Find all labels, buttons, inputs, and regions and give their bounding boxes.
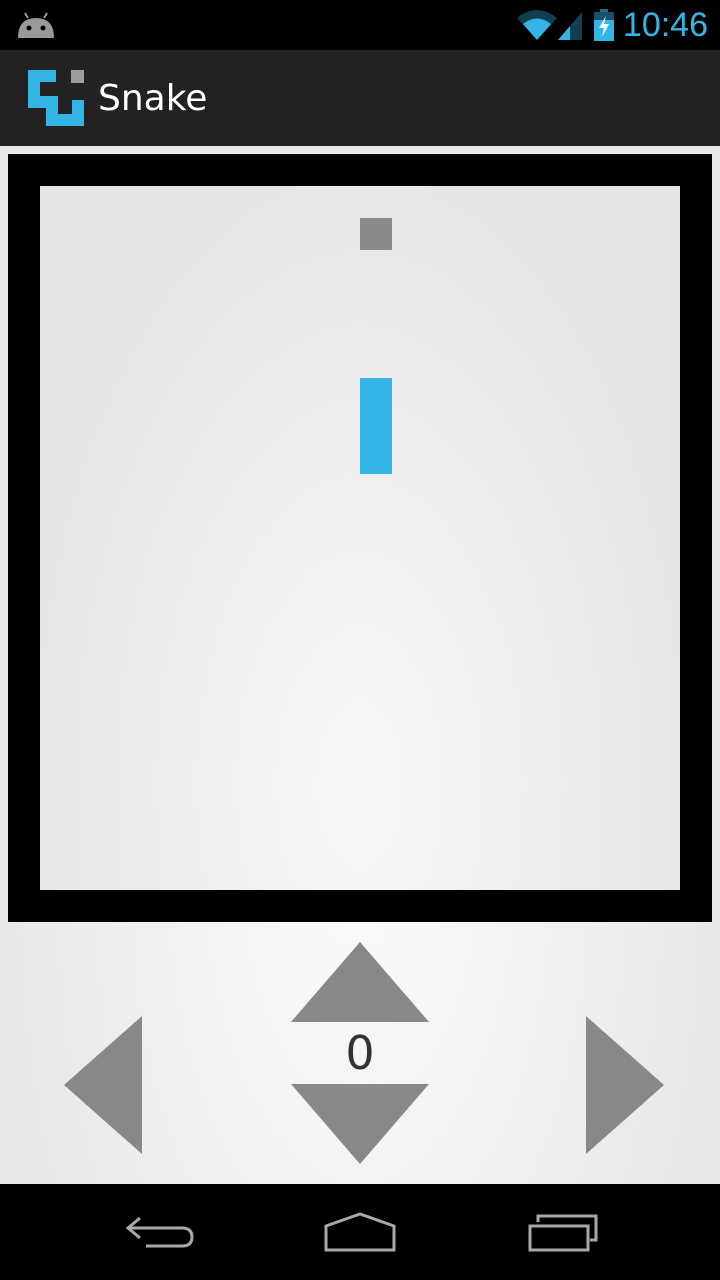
snake-head [360,378,392,410]
board-frame [8,154,712,922]
back-button[interactable] [112,1208,208,1256]
signal-icon [558,12,582,40]
recent-apps-icon [528,1214,598,1252]
home-icon [324,1212,396,1252]
home-button[interactable] [312,1208,408,1256]
left-button[interactable] [64,1016,144,1154]
app-title: Snake [98,78,208,119]
app-screen: 10:46 Snake 0 [0,0,720,1280]
snake-app-icon [28,70,84,126]
back-icon [125,1216,194,1248]
action-bar: Snake [0,50,720,146]
game-board[interactable] [40,186,680,890]
snake-segment [360,410,392,442]
score-label: 0 [345,1026,375,1080]
battery-charging-icon [594,9,614,41]
down-button[interactable] [291,1084,429,1164]
snake-segment [360,442,392,474]
arrow-down-icon [291,1084,429,1164]
status-bar: 10:46 [0,0,720,50]
game-content: 0 [0,146,720,1184]
wifi-icon [517,10,557,40]
arrow-right-icon [586,1016,664,1154]
food-pellet [360,218,392,250]
up-button[interactable] [291,942,429,1022]
recent-apps-button[interactable] [512,1208,608,1256]
arrow-left-icon [64,1016,142,1154]
arrow-up-icon [291,942,429,1022]
status-time: 10:46 [622,6,708,44]
navigation-bar [0,1184,720,1280]
android-notification-icon [18,12,54,38]
right-button[interactable] [584,1016,664,1154]
